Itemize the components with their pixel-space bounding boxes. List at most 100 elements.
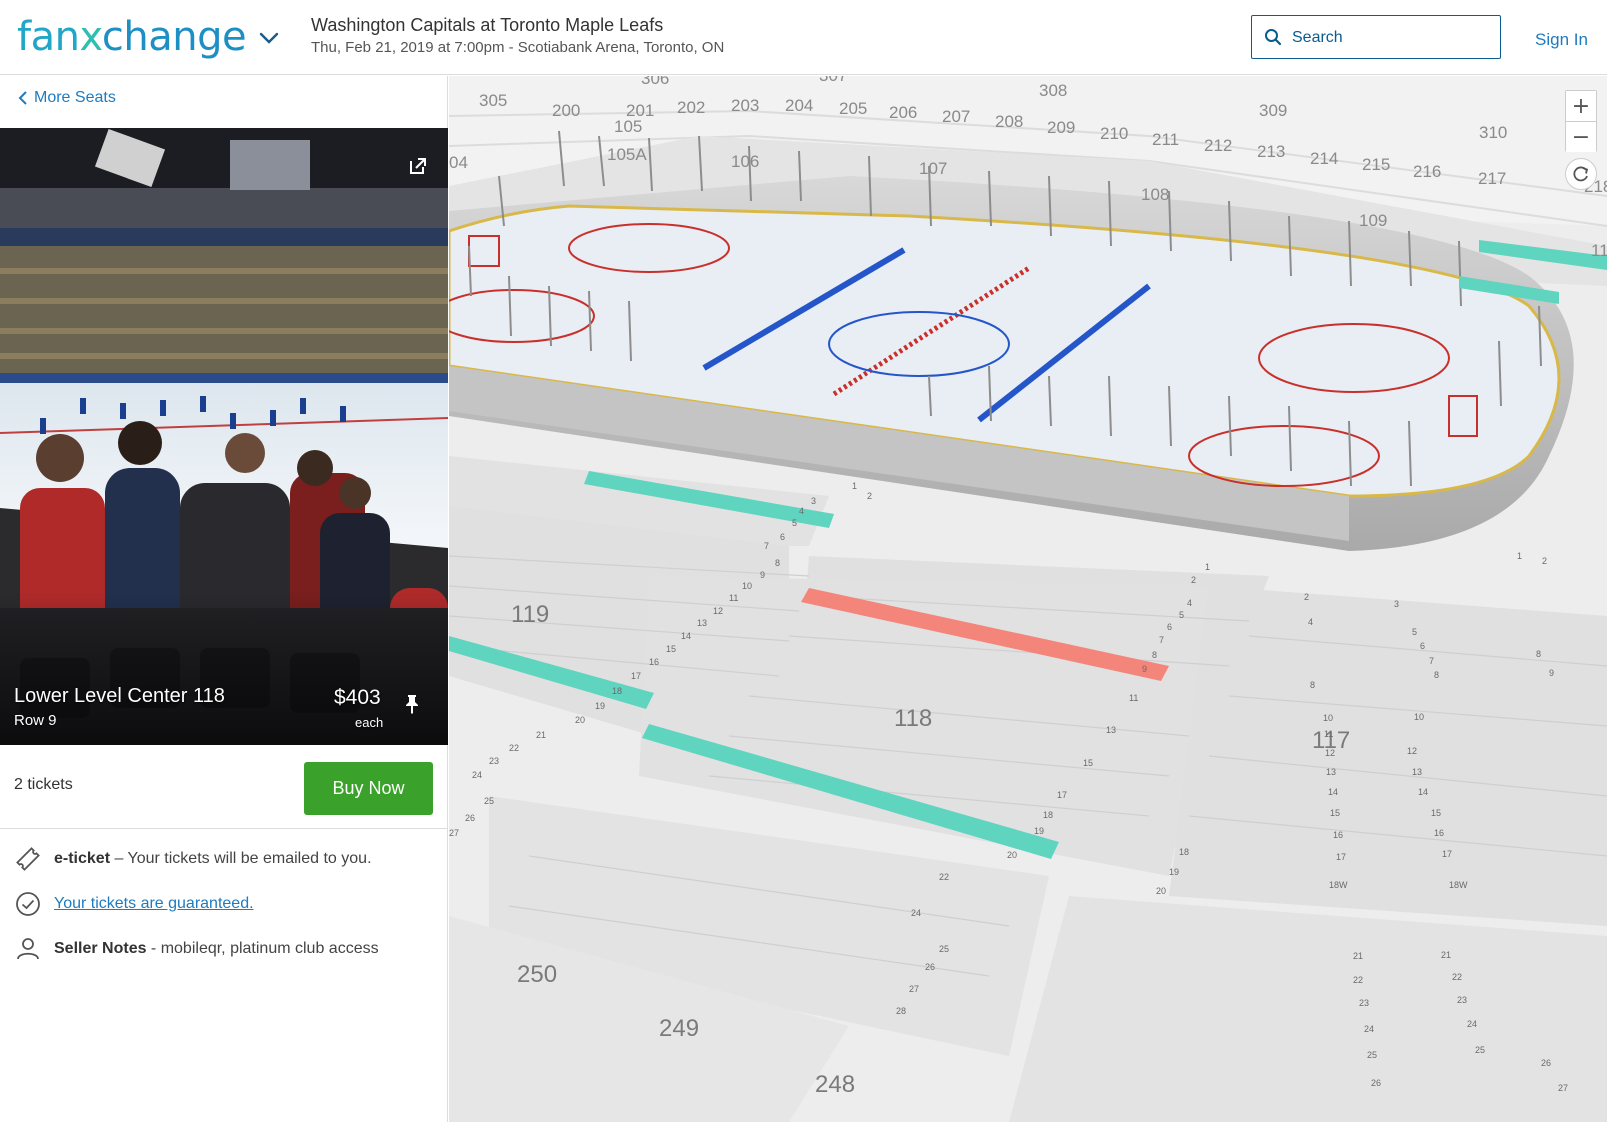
svg-text:10: 10: [742, 581, 752, 591]
event-title: Washington Capitals at Toronto Maple Lea…: [311, 15, 664, 35]
fanxchange-logo[interactable]: fanxchange: [17, 14, 247, 60]
svg-text:248: 248: [815, 1071, 855, 1098]
svg-text:24: 24: [1364, 1024, 1374, 1034]
svg-text:17: 17: [631, 671, 641, 681]
external-link-icon[interactable]: [407, 155, 429, 177]
svg-text:202: 202: [677, 98, 705, 117]
svg-text:04: 04: [449, 153, 468, 172]
svg-text:215: 215: [1362, 155, 1390, 174]
svg-text:107: 107: [919, 159, 947, 178]
svg-text:13: 13: [1326, 767, 1336, 777]
svg-text:6: 6: [1420, 641, 1425, 651]
chevron-left-icon: [18, 91, 27, 105]
svg-text:26: 26: [1371, 1078, 1381, 1088]
svg-text:5: 5: [1179, 610, 1184, 620]
arena-3d-map[interactable]: 306307308309310 305200201202203 20420520…: [449, 76, 1607, 1122]
check-circle-icon: [16, 892, 40, 916]
sign-in-link[interactable]: Sign In: [1535, 30, 1588, 50]
svg-text:12: 12: [1407, 746, 1417, 756]
pin-icon[interactable]: [403, 693, 421, 715]
svg-text:25: 25: [1475, 1045, 1485, 1055]
svg-text:118: 118: [894, 705, 932, 732]
svg-text:13: 13: [1412, 767, 1422, 777]
chevron-down-icon[interactable]: [258, 27, 280, 49]
eticket-label: e-ticket: [54, 850, 111, 867]
svg-text:7: 7: [1159, 635, 1164, 645]
svg-text:18W: 18W: [1329, 880, 1348, 890]
eticket-text: – Your tickets will be emailed to you.: [110, 850, 372, 867]
svg-text:7: 7: [1429, 656, 1434, 666]
svg-text:26: 26: [925, 962, 935, 972]
svg-text:23: 23: [1457, 995, 1467, 1005]
svg-text:119: 119: [511, 601, 549, 628]
svg-text:4: 4: [1308, 617, 1313, 627]
svg-text:15: 15: [666, 644, 676, 654]
seller-notes: Seller Notes - mobileqr, platinum club a…: [14, 935, 444, 963]
reset-view-button[interactable]: [1565, 158, 1597, 190]
svg-text:17: 17: [1336, 852, 1346, 862]
svg-text:16: 16: [1434, 828, 1444, 838]
svg-text:26: 26: [1541, 1058, 1551, 1068]
arena-crowd-image: [0, 128, 448, 745]
svg-text:249: 249: [659, 1015, 699, 1042]
svg-text:200: 200: [552, 101, 580, 120]
svg-text:108: 108: [1141, 185, 1169, 204]
svg-text:18: 18: [1179, 847, 1189, 857]
svg-text:206: 206: [889, 103, 917, 122]
svg-text:8: 8: [775, 558, 780, 568]
svg-text:6: 6: [1167, 622, 1172, 632]
refresh-icon: [1573, 166, 1589, 182]
svg-text:20: 20: [1156, 886, 1166, 896]
svg-text:19: 19: [595, 701, 605, 711]
svg-text:217: 217: [1478, 169, 1506, 188]
listing-panel: More Seats Lower Level Center 118 Row 9 …: [0, 76, 448, 1122]
zoom-controls: + −: [1565, 90, 1597, 152]
svg-text:20: 20: [1007, 850, 1017, 860]
more-seats-link[interactable]: More Seats: [18, 89, 116, 107]
seller-notes-label: Seller Notes: [54, 940, 147, 957]
svg-text:3: 3: [811, 496, 816, 506]
divider: [0, 828, 448, 829]
svg-text:22: 22: [939, 872, 949, 882]
svg-text:211: 211: [1152, 130, 1179, 149]
svg-text:13: 13: [697, 618, 707, 628]
svg-text:10: 10: [1323, 713, 1333, 723]
svg-text:17: 17: [1057, 790, 1067, 800]
search-box[interactable]: [1251, 15, 1501, 59]
section-name: Lower Level Center 118: [14, 685, 225, 707]
search-input[interactable]: [1292, 26, 1492, 50]
svg-text:21: 21: [536, 730, 546, 740]
svg-text:27: 27: [1558, 1083, 1568, 1093]
svg-text:26: 26: [465, 813, 475, 823]
svg-text:22: 22: [509, 743, 519, 753]
svg-text:205: 205: [839, 99, 867, 118]
svg-text:2: 2: [1542, 556, 1547, 566]
svg-text:216: 216: [1413, 162, 1441, 181]
svg-text:310: 310: [1479, 123, 1507, 142]
seating-map[interactable]: 306307308309310 305200201202203 20420520…: [449, 76, 1607, 1122]
view-from-seat-photo[interactable]: Lower Level Center 118 Row 9 $403 each: [0, 128, 448, 745]
buy-now-button[interactable]: Buy Now: [304, 762, 433, 815]
svg-text:305: 305: [479, 91, 507, 110]
ticket-quantity[interactable]: 2 tickets: [14, 776, 73, 794]
svg-text:1: 1: [1517, 551, 1522, 561]
svg-text:22: 22: [1353, 975, 1363, 985]
svg-text:17: 17: [1442, 849, 1452, 859]
svg-text:9: 9: [1142, 664, 1147, 674]
svg-text:9: 9: [760, 570, 765, 580]
price-unit: each: [355, 715, 384, 730]
zoom-in-button[interactable]: +: [1566, 91, 1596, 121]
svg-text:8: 8: [1152, 650, 1157, 660]
svg-text:14: 14: [681, 631, 691, 641]
eticket-info: e-ticket – Your tickets will be emailed …: [14, 845, 444, 873]
zoom-out-button[interactable]: −: [1566, 122, 1596, 152]
svg-text:23: 23: [489, 756, 499, 766]
user-icon: [17, 938, 39, 960]
svg-text:24: 24: [911, 908, 921, 918]
more-seats-label: More Seats: [34, 89, 116, 106]
svg-text:9: 9: [1549, 668, 1554, 678]
svg-text:27: 27: [449, 828, 459, 838]
guarantee-link[interactable]: Your tickets are guaranteed.: [54, 895, 254, 913]
svg-text:25: 25: [1367, 1050, 1377, 1060]
svg-text:8: 8: [1434, 670, 1439, 680]
